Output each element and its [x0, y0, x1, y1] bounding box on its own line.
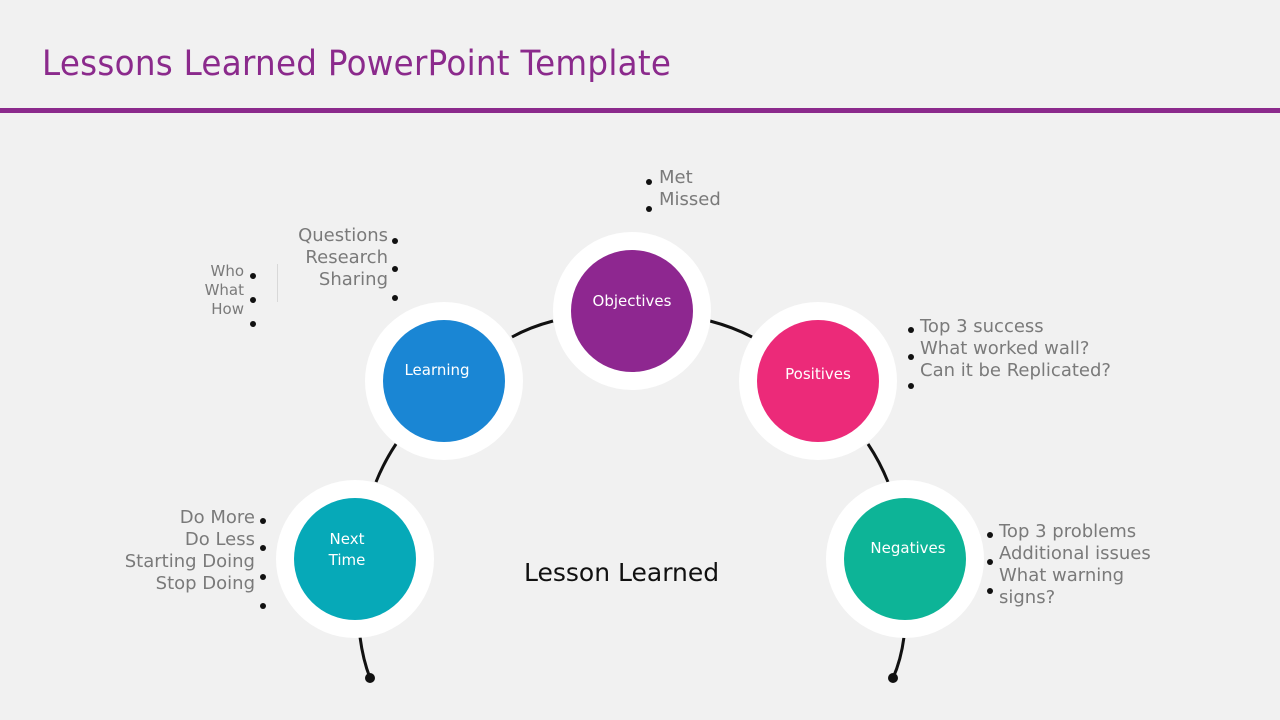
- negatives-label: Negatives: [870, 538, 946, 557]
- list-item: What worked wall?: [920, 338, 1090, 359]
- bullet-dot: [260, 545, 266, 551]
- list-item: Missed: [659, 189, 721, 210]
- tail-end-dot-right: [888, 673, 898, 683]
- arc-nexttime-tail: [358, 636, 372, 679]
- arc-learning-objectives: [511, 319, 554, 339]
- list-item: What: [204, 281, 244, 299]
- arc-objectives-positives: [709, 319, 753, 339]
- list-item: Do More: [179, 507, 255, 528]
- list-item: Research: [305, 247, 388, 268]
- bullet-dot: [646, 206, 652, 212]
- tail-end-dot-left: [365, 673, 375, 683]
- list-item: Can it be Replicated?: [920, 360, 1111, 381]
- learning-list: Questions Research Sharing: [280, 225, 388, 291]
- objectives-label: Objectives: [592, 291, 672, 310]
- next-time-list: Do More Do Less Starting Doing Stop Doin…: [100, 507, 255, 595]
- bullet-dot: [250, 273, 256, 279]
- bullet-dot: [987, 559, 993, 565]
- list-item: Sharing: [318, 269, 388, 290]
- list-item: Met: [659, 167, 693, 188]
- bullet-dot: [987, 532, 993, 538]
- list-item: Do Less: [184, 529, 255, 550]
- list-item: What warning: [999, 565, 1125, 586]
- list-item: Starting Doing: [124, 551, 255, 572]
- bullet-dot: [908, 383, 914, 389]
- arc-negatives-tail: [891, 636, 906, 679]
- negatives-list: Top 3 problems Additional issues What wa…: [999, 521, 1151, 609]
- bullet-dot: [260, 518, 266, 524]
- list-item: Stop Doing: [155, 573, 255, 594]
- list-item: Questions: [298, 225, 388, 246]
- bullet-dot: [250, 297, 256, 303]
- center-label: Lesson Learned: [524, 558, 720, 587]
- bullet-dot: [908, 327, 914, 333]
- positives-label: Positives: [785, 364, 851, 383]
- list-item: Top 3 problems: [999, 521, 1137, 542]
- bullet-dot: [646, 179, 652, 185]
- objectives-node[interactable]: Objectives: [571, 250, 693, 372]
- objectives-list: Met Missed: [659, 167, 721, 211]
- list-item: signs?: [999, 587, 1056, 608]
- list-item: Additional issues: [999, 543, 1151, 564]
- bullet-dot: [908, 354, 914, 360]
- bullet-dot: [392, 266, 398, 272]
- bullet-dot: [260, 603, 266, 609]
- bullet-dot: [392, 295, 398, 301]
- learning-sub-list: Who What How: [190, 262, 244, 319]
- bullet-dot: [260, 574, 266, 580]
- bullet-dot: [987, 588, 993, 594]
- divider-line: [277, 264, 278, 302]
- negatives-node[interactable]: Negatives: [844, 498, 966, 620]
- list-item: Top 3 success: [920, 316, 1044, 337]
- arc-nexttime-learning: [374, 443, 398, 483]
- next-time-node[interactable]: Next Time: [294, 498, 416, 620]
- positives-node[interactable]: Positives: [757, 320, 879, 442]
- bullet-dot: [250, 321, 256, 327]
- learning-node[interactable]: Learning: [383, 320, 505, 442]
- bullet-dot: [392, 238, 398, 244]
- list-item: How: [211, 300, 244, 318]
- list-item: Who: [210, 262, 244, 280]
- arc-positives-negatives: [866, 443, 890, 483]
- next-time-label-line1: Next: [329, 530, 365, 548]
- next-time-label-line2: Time: [328, 551, 366, 569]
- positives-list: Top 3 success What worked wall? Can it b…: [920, 316, 1111, 382]
- learning-label: Learning: [404, 360, 470, 379]
